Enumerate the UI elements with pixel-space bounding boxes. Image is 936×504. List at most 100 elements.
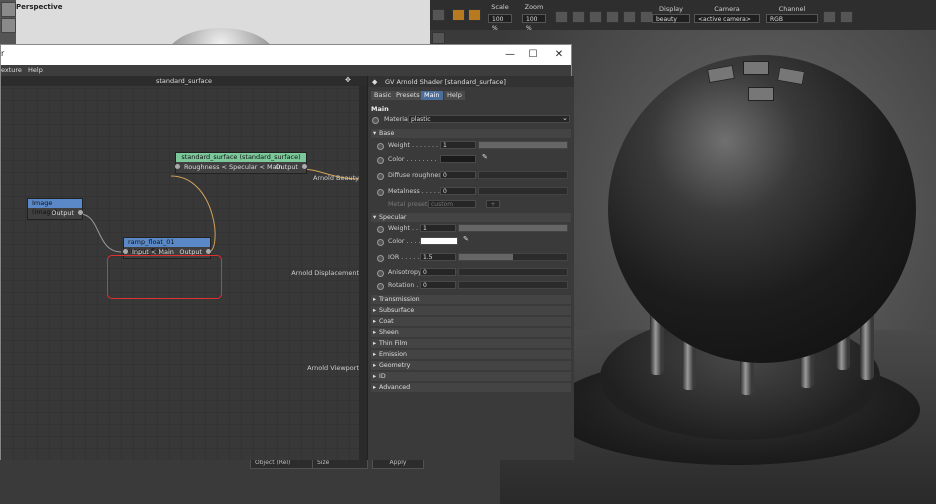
section-id[interactable]: ID — [371, 372, 571, 381]
anisotropy-label: Anisotropy — [388, 269, 422, 276]
arnold-viewport-port[interactable]: Arnold Viewport — [281, 364, 359, 372]
section-emission[interactable]: Emission — [371, 350, 571, 359]
section-advanced[interactable]: Advanced — [371, 383, 571, 392]
graph-scrollbar[interactable] — [359, 86, 367, 460]
tab-help[interactable]: Help — [444, 91, 465, 100]
section-specular[interactable]: Specular — [371, 213, 571, 222]
ior-radio[interactable] — [377, 255, 384, 262]
crosshair-icon[interactable] — [572, 11, 585, 23]
object-manager-strip — [0, 0, 16, 46]
node-standard-surface[interactable]: standard_surface (standard_surface) Roug… — [175, 152, 307, 174]
ior-field[interactable]: 1.5 — [420, 253, 456, 261]
camera-icon[interactable] — [432, 9, 445, 21]
window-title: r — [1, 49, 5, 58]
rotation-field[interactable]: 0 — [420, 281, 456, 289]
camera-select[interactable]: <active camera> — [694, 14, 760, 23]
section-transmission[interactable]: Transmission — [371, 295, 571, 304]
base-color-radio[interactable] — [377, 157, 384, 164]
camera-save-icon[interactable] — [840, 11, 853, 23]
base-weight-slider[interactable] — [478, 141, 568, 149]
base-color-swatch[interactable] — [440, 155, 476, 163]
base-weight-field[interactable]: 1 — [440, 141, 476, 149]
tab-basic[interactable]: Basic — [371, 91, 395, 100]
pause-icon[interactable] — [468, 9, 481, 21]
camera-label: Camera — [714, 5, 740, 13]
node-header[interactable]: Image (image) — [28, 199, 82, 216]
maximize-button[interactable]: ☐ — [524, 48, 542, 62]
menu-help[interactable]: Help — [28, 66, 43, 74]
attribute-footer: Object (Rel) Size Apply — [0, 455, 500, 504]
tab-presets[interactable]: Presets — [393, 91, 423, 100]
tab-main[interactable]: Main — [421, 91, 443, 100]
node-header[interactable]: ramp_float_01 (ramp_float) — [124, 238, 210, 255]
metalness-radio[interactable] — [377, 189, 384, 196]
metalness-label: Metalness . . . . . — [388, 188, 440, 195]
output-port[interactable] — [78, 210, 83, 215]
specular-weight-radio[interactable] — [377, 226, 384, 233]
main-header: Main — [371, 105, 389, 113]
channel-label: Channel — [778, 5, 806, 13]
metal-presets-select[interactable]: custom — [428, 200, 476, 208]
output-port[interactable] — [302, 164, 307, 169]
diffuse-roughness-field[interactable]: 0 — [440, 171, 476, 179]
section-thin-film[interactable]: Thin Film — [371, 339, 571, 348]
close-button[interactable]: ✕ — [550, 48, 568, 62]
object-thumbnail[interactable] — [1, 2, 16, 17]
output-port[interactable] — [206, 249, 211, 254]
eyedropper-icon[interactable]: ✎ — [482, 153, 488, 161]
menu-texture[interactable]: exture — [1, 66, 22, 74]
specular-weight-field[interactable]: 1 — [420, 224, 456, 232]
anisotropy-slider[interactable] — [458, 268, 568, 276]
arnold-displacement-port[interactable]: Arnold Displacement — [271, 269, 359, 277]
input-port[interactable] — [123, 249, 128, 254]
section-subsurface[interactable]: Subsurface — [371, 306, 571, 315]
play-icon[interactable] — [452, 9, 465, 21]
node-output-label: Output — [51, 209, 74, 217]
connection-wire — [79, 213, 122, 253]
material-radio[interactable] — [372, 117, 379, 124]
metalness-slider[interactable] — [478, 187, 568, 195]
section-base[interactable]: Base — [371, 129, 571, 138]
zoom-select[interactable]: 100 % — [522, 14, 546, 32]
grid-icon[interactable] — [589, 11, 602, 23]
anisotropy-field[interactable]: 0 — [420, 268, 456, 276]
scale-select[interactable]: 100 % — [488, 14, 512, 32]
pencil-icon[interactable] — [623, 11, 636, 23]
material-select[interactable]: plastic — [408, 115, 570, 123]
diffuse-roughness-slider[interactable] — [478, 171, 568, 179]
rotation-radio[interactable] — [377, 283, 384, 290]
specular-color-swatch[interactable] — [420, 237, 458, 245]
window-titlebar[interactable]: r — ☐ ✕ — [1, 45, 571, 65]
metal-presets-label: Metal presets — [388, 201, 431, 208]
3d-viewport[interactable] — [16, 0, 430, 46]
diffuse-roughness-radio[interactable] — [377, 173, 384, 180]
specular-color-radio[interactable] — [377, 239, 384, 246]
input-port[interactable] — [175, 164, 180, 169]
metalness-field[interactable]: 0 — [440, 187, 476, 195]
anisotropy-radio[interactable] — [377, 270, 384, 277]
layers-icon[interactable] — [606, 11, 619, 23]
channel-select[interactable]: RGB — [766, 14, 818, 23]
node-port-row: Output — [28, 208, 83, 219]
rotation-slider[interactable] — [458, 281, 568, 289]
light-icon[interactable] — [432, 32, 445, 44]
node-header[interactable]: standard_surface (standard_surface) — [176, 153, 306, 162]
node-graph[interactable]: standard_surface ✥ standard_surface (sta… — [1, 76, 367, 460]
render-toolbar: Scale 100 % Zoom 100 % Display beauty Ca… — [430, 0, 936, 32]
base-weight-radio[interactable] — [377, 143, 384, 150]
display-select[interactable]: beauty — [652, 14, 690, 23]
arnold-beauty-port[interactable]: Arnold Beauty — [291, 174, 359, 182]
section-geometry[interactable]: Geometry — [371, 361, 571, 370]
specular-weight-slider[interactable] — [458, 224, 568, 232]
node-image[interactable]: Image (image) Output — [27, 198, 83, 220]
ior-slider[interactable] — [458, 253, 568, 261]
eyedropper-icon[interactable]: ✎ — [463, 235, 469, 243]
section-coat[interactable]: Coat — [371, 317, 571, 326]
section-sheen[interactable]: Sheen — [371, 328, 571, 337]
minimize-button[interactable]: — — [501, 48, 519, 62]
metal-presets-add-button[interactable]: + — [486, 200, 500, 208]
material-label: Material — [384, 116, 410, 123]
region-icon[interactable] — [555, 11, 568, 23]
snapshot-icon[interactable] — [823, 11, 836, 23]
object-thumbnail[interactable] — [1, 18, 16, 33]
